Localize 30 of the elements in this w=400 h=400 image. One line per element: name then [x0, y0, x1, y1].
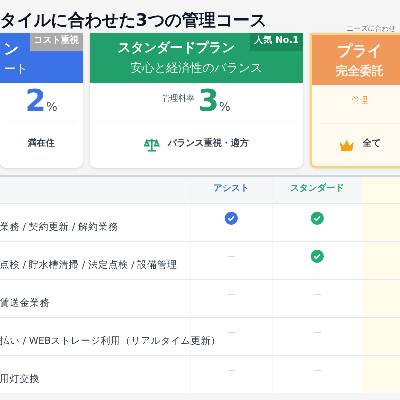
rate-value: 3% [198, 87, 231, 117]
rate-value: 2% [25, 87, 58, 117]
plan-subtitle: 安心と経済性のバランス [130, 60, 264, 77]
plan-subtitle: ート [3, 61, 29, 78]
premium-column-cell [362, 204, 400, 241]
plan-title: スタンダードプラン [117, 40, 235, 58]
plan-feature: 満在住 [28, 138, 55, 152]
plan-badge: コスト重視 [30, 33, 83, 51]
table-cell: 用灯交換 [0, 372, 40, 387]
table-cell: 業務 / 契約更新 / 解約業務 [0, 220, 118, 235]
plan-title: プライ [336, 40, 384, 62]
premium-column-cell [362, 318, 400, 355]
premium-column-cell [362, 177, 400, 203]
table-cell: 払い / WEBストレージ利用（リアルタイム更新） [0, 334, 222, 349]
page-heading: タイルに合わせた3つの管理コース [0, 13, 267, 30]
premium-column-cell [362, 242, 400, 279]
scale-icon [144, 138, 160, 152]
plan-badge: 人気 No.1 [250, 33, 303, 51]
rate-label: 管理 [352, 95, 368, 107]
column-header: スタンダード [290, 183, 344, 196]
plan-feature: バランス重視・適方 [168, 138, 249, 152]
crown-icon [339, 138, 355, 152]
table-cell: 点検 / 貯水槽清掃 / 法定点検 / 設備管理 [0, 258, 178, 273]
table-cell: 賃送金業務 [0, 296, 50, 311]
plan-feature: 全て [363, 138, 381, 152]
plan-subtitle: 完全委託 [335, 63, 385, 80]
premium-column-cell [362, 280, 400, 317]
rate-label: 管理料率 [162, 93, 194, 105]
plan-title: ン [3, 38, 19, 60]
column-header: アシスト [214, 183, 250, 196]
